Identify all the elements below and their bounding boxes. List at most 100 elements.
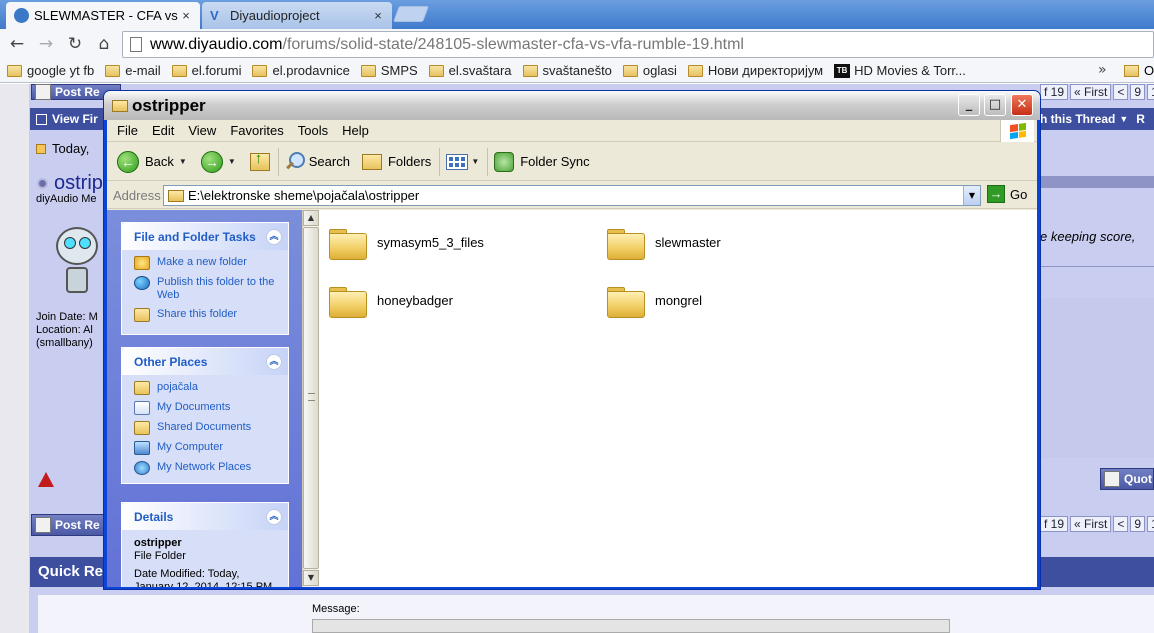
browser-tab-strip: SLEWMASTER - CFA vs. × V Diyaudioproject… (0, 0, 1154, 29)
back-arrow-icon[interactable]: ← (6, 33, 28, 55)
folder-icon (168, 189, 184, 202)
search-thread-bar[interactable]: h this Thread ▼ R (1040, 108, 1154, 130)
bookmark-novi-direktorijum[interactable]: Нови директоријум (687, 63, 823, 78)
bookmark-google-yt-fb[interactable]: google yt fb (7, 63, 94, 78)
bookmark-e-mail[interactable]: e-mail (105, 63, 161, 78)
reload-icon[interactable]: ↻ (64, 33, 86, 55)
username-text: ostrip (54, 172, 103, 194)
back-button[interactable]: ← Back ▼ (117, 150, 187, 173)
quote-label: Quot (1124, 472, 1152, 486)
pager-of: f 19 (1040, 84, 1069, 100)
post-icon (36, 143, 46, 154)
place-my-computer[interactable]: My Computer (134, 441, 280, 455)
message-label: Message: (312, 603, 360, 615)
message-editor-toolbar[interactable] (312, 619, 950, 633)
pager-prev[interactable]: < (1113, 516, 1129, 532)
menu-favorites[interactable]: Favorites (230, 123, 283, 138)
folder-sync-button[interactable]: Folder Sync (494, 151, 590, 172)
tab-title: Diyaudioproject (230, 8, 320, 23)
forum-right-strip (1040, 140, 1154, 166)
post-reply-bottom-button[interactable]: Post Re (31, 514, 105, 536)
pager-prev[interactable]: < (1113, 84, 1129, 100)
bookmark-svastanesto[interactable]: svaštanešto (522, 63, 612, 78)
address-bar[interactable]: www.diyaudio.com/forums/solid-state/2481… (122, 31, 1154, 58)
place-shared-documents[interactable]: Shared Documents (134, 421, 280, 435)
views-button[interactable]: ▼ (446, 153, 479, 170)
go-button[interactable]: → Go (987, 185, 1027, 203)
bookmark-el-forumi[interactable]: el.forumi (171, 63, 242, 78)
pager-first[interactable]: « First (1070, 84, 1112, 100)
bookmark-oglasi[interactable]: oglasi (622, 63, 677, 78)
view-first-bar[interactable]: View Fir (30, 108, 110, 130)
post-username[interactable]: ostrip (30, 172, 103, 195)
views-icon (446, 153, 469, 170)
new-tab-button[interactable] (393, 6, 429, 22)
scroll-down-icon[interactable]: ▼ (303, 570, 319, 586)
network-places-icon (134, 461, 150, 475)
tab-close-icon[interactable]: × (178, 8, 194, 23)
folder-icon (105, 64, 121, 77)
folder-item-slewmaster[interactable]: slewmaster (607, 226, 721, 260)
bookmarks-overflow-chevron-icon[interactable]: » (1098, 62, 1107, 78)
forward-arrow-icon[interactable]: → (35, 33, 57, 55)
tab-close-icon[interactable]: × (370, 8, 386, 23)
pager-page-9[interactable]: 9 (1130, 516, 1146, 532)
tab-diyaudioproject[interactable]: V Diyaudioproject × (202, 2, 392, 29)
place-pojacala[interactable]: pojačala (134, 381, 280, 395)
bookmark-label: el.forumi (191, 63, 242, 78)
search-thread-label: h this Thread (1040, 112, 1116, 126)
folder-item-honeybadger[interactable]: honeybadger (329, 284, 453, 318)
place-my-documents[interactable]: My Documents (134, 401, 280, 415)
folders-button[interactable]: Folders (361, 153, 431, 170)
up-folder-button[interactable] (249, 150, 270, 171)
minimize-button[interactable]: _ (958, 94, 980, 116)
menu-edit[interactable]: Edit (152, 123, 174, 138)
menu-view[interactable]: View (188, 123, 216, 138)
panel-header[interactable]: Details ︽ (122, 503, 288, 530)
close-button[interactable]: ✕ (1011, 94, 1033, 116)
pager-page-1[interactable]: 1 (1147, 516, 1154, 532)
quote-button[interactable]: Quot (1100, 468, 1154, 490)
menu-help[interactable]: Help (342, 123, 369, 138)
post-reply-label: Post Re (55, 85, 100, 99)
menu-tools[interactable]: Tools (298, 123, 328, 138)
pager-first[interactable]: « First (1070, 516, 1112, 532)
chevron-up-icon[interactable]: ︽ (266, 508, 282, 525)
task-make-new-folder[interactable]: Make a new folder (134, 256, 280, 270)
pager-page-9[interactable]: 9 (1130, 84, 1146, 100)
scroll-up-icon[interactable]: ▲ (303, 210, 319, 226)
bookmark-other[interactable]: O (1124, 63, 1154, 78)
home-icon[interactable]: ⌂ (93, 33, 115, 55)
chevron-down-icon: ▼ (227, 157, 236, 166)
bookmark-hd-movies[interactable]: TB HD Movies & Torr... (834, 63, 966, 78)
task-publish-folder[interactable]: Publish this folder to the Web (134, 276, 280, 302)
address-field[interactable]: E:\elektronske sheme\pojačala\ostripper … (163, 185, 981, 206)
bookmark-el-prodavnice[interactable]: el.prodavnice (252, 63, 350, 78)
panel-header[interactable]: Other Places ︽ (122, 348, 288, 375)
scroll-thumb[interactable] (303, 227, 319, 569)
report-warning-icon[interactable] (38, 472, 54, 487)
tab-slewmaster[interactable]: SLEWMASTER - CFA vs. × (6, 2, 200, 29)
folder-icon (428, 64, 444, 77)
folder-item-mongrel[interactable]: mongrel (607, 284, 702, 318)
forward-button[interactable]: → ▼ (200, 150, 236, 173)
bookmark-el-svastara[interactable]: el.svaštara (428, 63, 512, 78)
chevron-up-icon[interactable]: ︽ (266, 353, 282, 370)
place-my-network-places[interactable]: My Network Places (134, 461, 280, 475)
chevron-down-icon[interactable]: ▼ (963, 186, 980, 205)
task-pane-scrollbar[interactable]: ▲ ▼ (302, 210, 319, 587)
task-share-folder[interactable]: Share this folder (134, 308, 280, 322)
search-button[interactable]: Search (285, 151, 350, 172)
folder-icon (360, 64, 376, 77)
chevron-up-icon[interactable]: ︽ (266, 228, 282, 245)
bookmark-smps[interactable]: SMPS (360, 63, 418, 78)
folder-item-symasym[interactable]: symasym5_3_files (329, 226, 484, 260)
maximize-button[interactable]: □ (984, 94, 1006, 116)
menu-file[interactable]: File (117, 123, 138, 138)
explorer-title-bar[interactable]: ostripper _ □ ✕ (104, 91, 1040, 120)
pager-page-1[interactable]: 1 (1147, 84, 1154, 100)
my-documents-icon (134, 401, 150, 415)
details-modified: Date Modified: Today, January 12, 2014, … (134, 568, 273, 587)
panel-body: ostripper File Folder Date Modified: Tod… (122, 530, 288, 587)
panel-header[interactable]: File and Folder Tasks ︽ (122, 223, 288, 250)
